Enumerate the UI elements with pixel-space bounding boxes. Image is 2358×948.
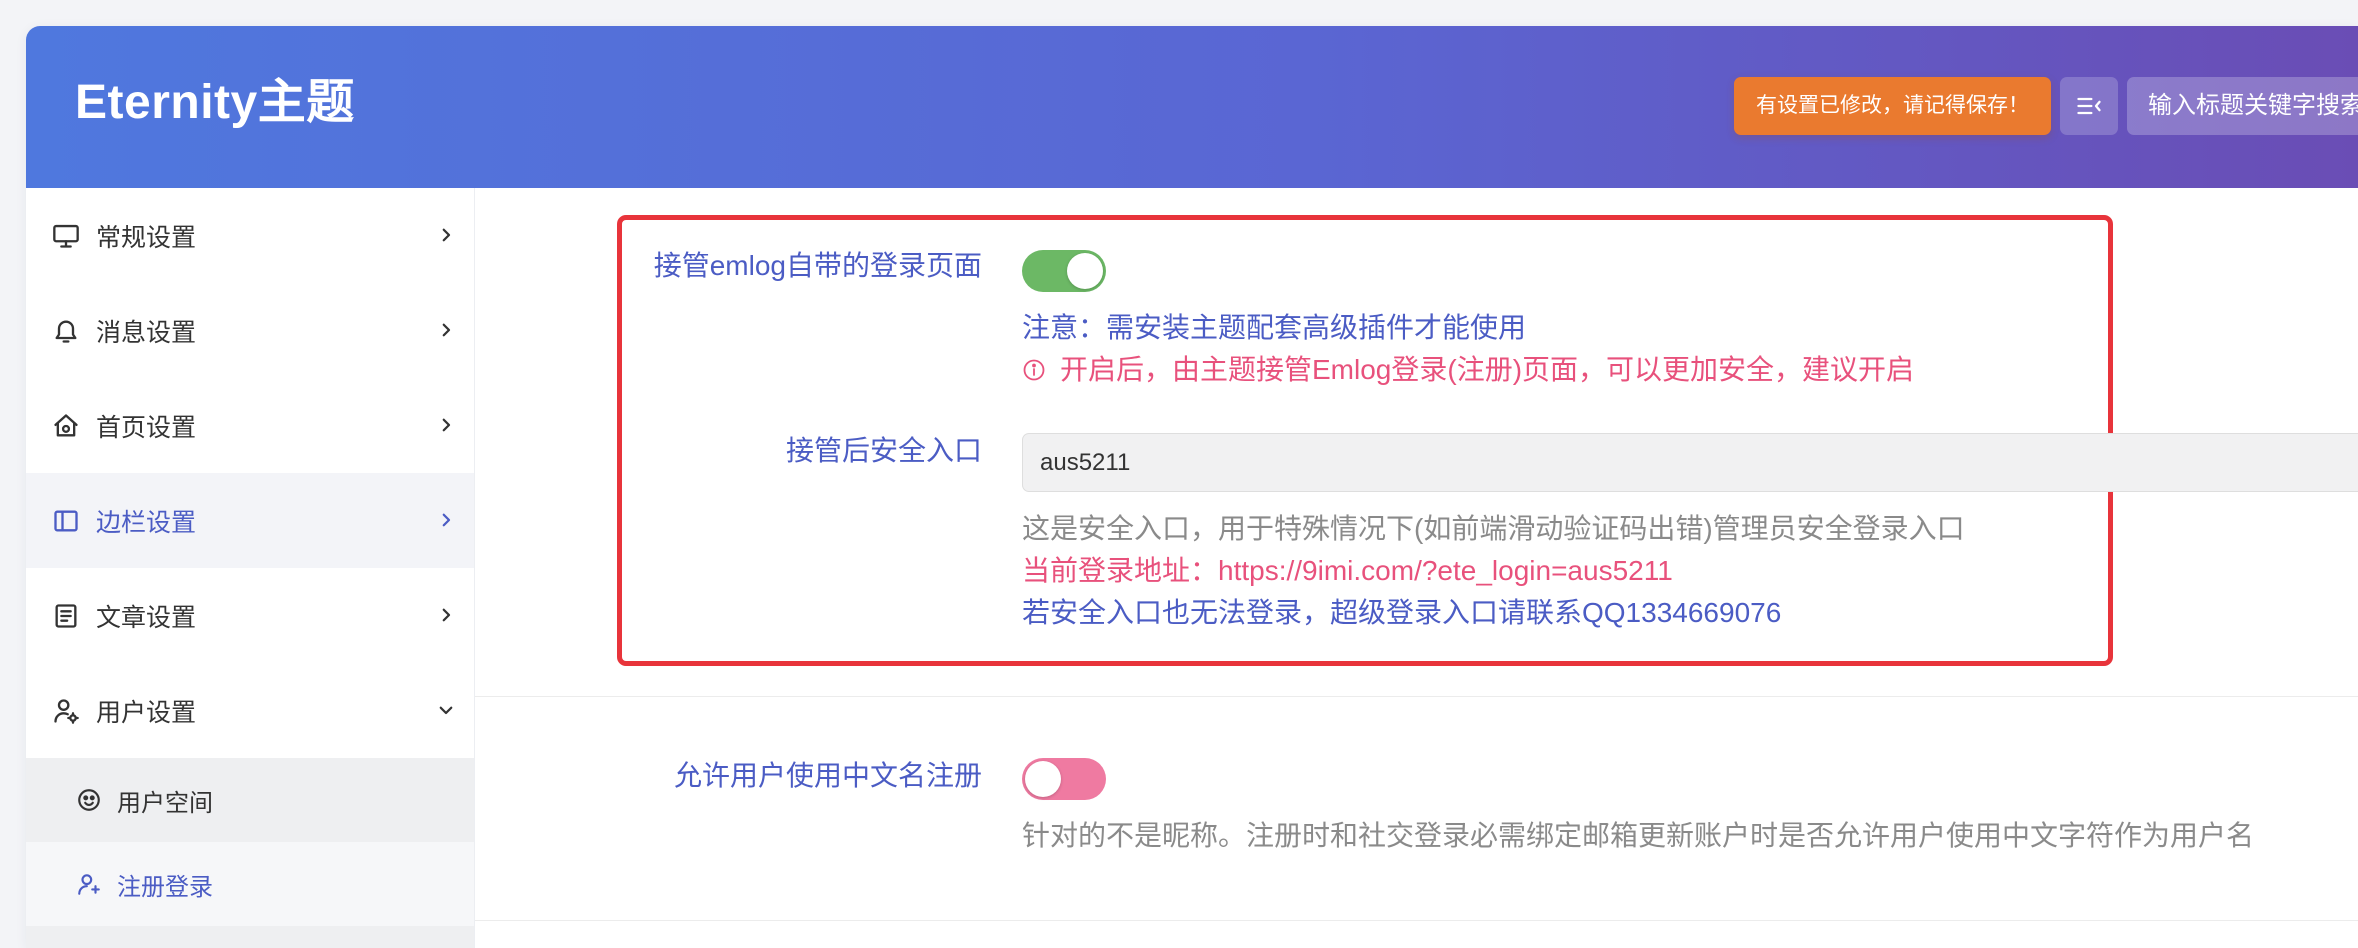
sidebar-item-label: 用户设置	[96, 698, 197, 727]
chevron-right-icon	[442, 418, 451, 432]
sidebar-subitem-user-space[interactable]: 用户空间	[26, 758, 474, 842]
chevron-down-icon	[439, 706, 453, 715]
settings-panel: Eternity主题 有设置已修改，请记得保存！ 常规设置 消息设置 首页设置 …	[26, 26, 2358, 948]
menu-fold-icon	[2077, 97, 2101, 115]
secure-entry-contact: 若安全入口也无法登录，超级登录入口请联系QQ1334669076	[1022, 597, 1782, 628]
login-takeover-note: 注意：需安装主题配套高级插件才能使用	[1022, 312, 1527, 343]
sidebar-item-label: 常规设置	[96, 223, 197, 252]
toggle-knob	[1067, 253, 1103, 289]
monitor-icon	[53, 224, 79, 248]
header: Eternity主题 有设置已修改，请记得保存！	[26, 26, 2358, 188]
sidebar-item-articles[interactable]: 文章设置	[26, 568, 474, 663]
current-login-url-link[interactable]: https://9imi.com/?ete_login=aus5211	[1218, 555, 1673, 586]
document-icon	[55, 603, 77, 628]
login-takeover-toggle[interactable]	[1022, 250, 1106, 292]
app-title: Eternity主题	[75, 76, 355, 129]
chevron-right-icon	[442, 228, 451, 242]
sidebar-subitem-label: 注册登录	[117, 873, 213, 901]
sidebar-item-label: 边栏设置	[96, 508, 197, 537]
menu-toggle-button[interactable]	[2060, 77, 2118, 135]
secure-entry-help: 这是安全入口，用于特殊情况下(如前端滑动验证码出错)管理员安全登录入口	[1022, 513, 1965, 544]
login-takeover-label: 接管emlog自带的登录页面	[653, 250, 982, 281]
sidebar-subitem-label: 用户空间	[117, 789, 213, 817]
sidebar-item-label: 文章设置	[96, 603, 197, 632]
chevron-right-icon	[442, 323, 451, 337]
sidebar-item-sidebar[interactable]: 边栏设置	[26, 473, 474, 568]
sidebar-subitem-register-login[interactable]: 注册登录	[26, 842, 474, 926]
login-takeover-tip: 开启后，由主题接管Emlog登录(注册)页面，可以更加安全，建议开启	[1022, 349, 1914, 391]
info-icon	[1023, 359, 1045, 381]
section-divider	[475, 696, 2358, 697]
sidebar-item-homepage[interactable]: 首页设置	[26, 378, 474, 473]
sidebar-item-users[interactable]: 用户设置	[26, 663, 474, 758]
user-plus-icon	[78, 874, 100, 895]
user-settings-icon	[54, 698, 79, 724]
current-login-url: 当前登录地址：https://9imi.com/?ete_login=aus52…	[1022, 550, 1673, 592]
users-submenu: 用户空间 注册登录	[26, 758, 474, 948]
bell-icon	[55, 320, 77, 343]
chevron-right-icon	[442, 513, 451, 527]
chinese-username-toggle[interactable]	[1022, 758, 1106, 800]
chinese-username-label: 允许用户使用中文名注册	[673, 760, 982, 791]
secure-entry-label: 接管后安全入口	[785, 435, 982, 466]
home-settings-icon	[54, 413, 78, 436]
smiley-icon	[78, 789, 100, 811]
login-takeover-tip-text: 开启后，由主题接管Emlog登录(注册)页面，可以更加安全，建议开启	[1060, 354, 1915, 385]
sidebar-layout-icon	[54, 510, 78, 531]
toggle-knob	[1025, 761, 1061, 797]
sidebar-item-messages[interactable]: 消息设置	[26, 283, 474, 378]
sidebar: 常规设置 消息设置 首页设置 边栏设置 文章设置 用户设置 用户空间 注册登录	[26, 188, 475, 948]
sidebar-item-label: 首页设置	[96, 413, 197, 442]
chevron-right-icon	[442, 608, 451, 622]
search-input[interactable]	[2127, 77, 2358, 135]
sidebar-item-label: 消息设置	[96, 318, 197, 347]
settings-content: 接管emlog自带的登录页面 注意：需安装主题配套高级插件才能使用 开启后，由主…	[475, 188, 2358, 948]
sidebar-item-general[interactable]: 常规设置	[26, 188, 474, 283]
unsaved-changes-button[interactable]: 有设置已修改，请记得保存！	[1734, 77, 2051, 135]
section-divider	[475, 920, 2358, 921]
secure-entry-input[interactable]	[1022, 433, 2358, 492]
current-login-url-label: 当前登录地址：	[1022, 555, 1219, 586]
chinese-username-help: 针对的不是昵称。注册时和社交登录必需绑定邮箱更新账户时是否允许用户使用中文字符作…	[1022, 820, 2255, 851]
